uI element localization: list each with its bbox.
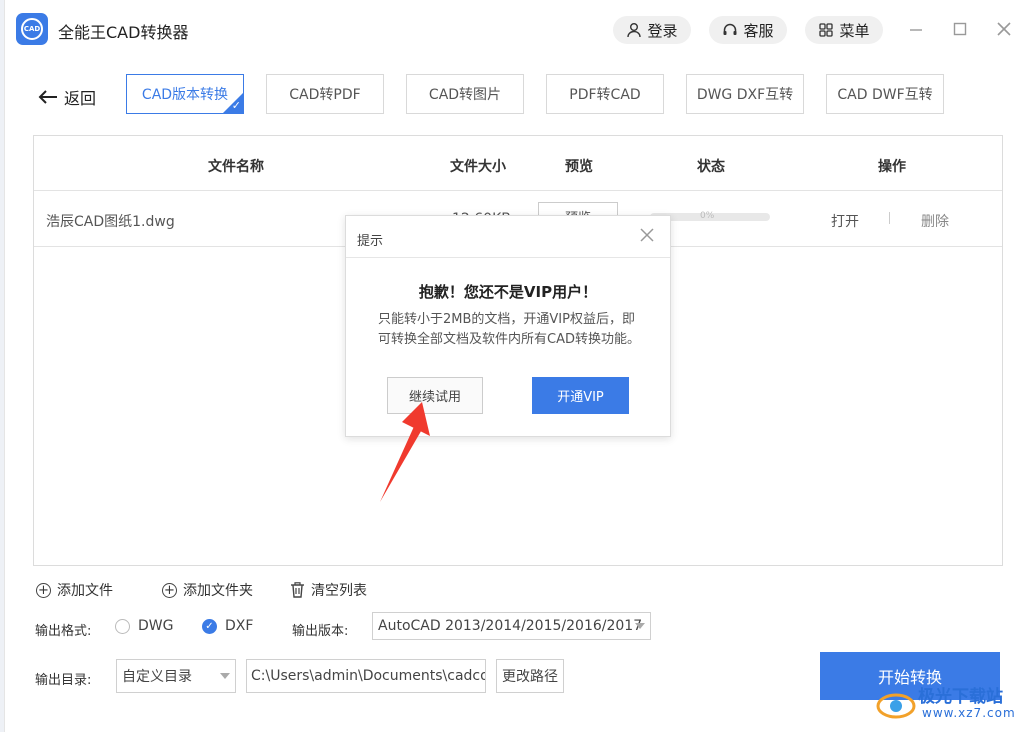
action-separator: [889, 212, 890, 224]
open-link[interactable]: 打开: [831, 211, 859, 231]
back-label: 返回: [64, 89, 97, 108]
watermark-url: www.xz7.com: [922, 706, 1016, 720]
progress-text: 0%: [700, 211, 715, 221]
radio-label: DWG: [138, 618, 174, 634]
column-header-name: 文件名称: [208, 159, 264, 175]
column-header-preview: 预览: [565, 159, 593, 175]
add-folder-label: 添加文件夹: [183, 583, 253, 599]
add-file-label: 添加文件: [57, 583, 113, 599]
back-button[interactable]: 返回: [38, 85, 96, 109]
service-button[interactable]: 客服: [709, 16, 787, 44]
login-label: 登录: [647, 21, 678, 40]
chevron-down-icon: [635, 623, 645, 629]
trash-icon: [291, 582, 304, 598]
minimize-button[interactable]: [905, 18, 927, 40]
tab-label: PDF转CAD: [569, 87, 641, 103]
check-icon: ✓: [231, 99, 241, 112]
format-radio-dxf[interactable]: ✓ DXF: [202, 618, 253, 634]
dialog-title: 提示: [357, 234, 384, 249]
tab-label: CAD DWF互转: [837, 87, 933, 103]
dir-mode-select[interactable]: 自定义目录: [116, 659, 236, 693]
menu-button[interactable]: 菜单: [805, 16, 883, 44]
grid-menu-icon: [819, 23, 834, 37]
app-title: 全能王CAD转换器: [58, 23, 189, 42]
file-name: 浩辰CAD图纸1.dwg: [46, 214, 175, 230]
dialog-close-button[interactable]: [640, 226, 654, 247]
watermark-text: 极光下载站: [918, 687, 1003, 707]
output-format-label: 输出格式:: [35, 624, 92, 639]
tab-cad-dwf[interactable]: CAD DWF互转: [826, 74, 944, 114]
output-version-label: 输出版本:: [292, 624, 349, 639]
column-header-actions: 操作: [878, 159, 906, 175]
app-logo: CAD: [16, 13, 48, 45]
close-icon: [640, 228, 654, 242]
change-path-button[interactable]: 更改路径: [496, 659, 564, 693]
column-header-status: 状态: [697, 159, 725, 175]
version-value: AutoCAD 2013/2014/2015/2016/2017: [378, 618, 643, 634]
tab-pdf-to-cad[interactable]: PDF转CAD: [546, 74, 664, 114]
column-header-size: 文件大小: [450, 159, 506, 175]
output-path-field[interactable]: C:\Users\admin\Documents\cadconverter: [246, 659, 486, 693]
close-button[interactable]: [993, 18, 1015, 40]
red-pointer-arrow-icon: [380, 402, 430, 502]
open-vip-button[interactable]: 开通VIP: [532, 377, 629, 414]
format-radio-dwg[interactable]: DWG: [115, 618, 173, 634]
chevron-down-icon: [220, 673, 230, 679]
tab-label: CAD版本转换: [141, 87, 229, 103]
dir-mode-value: 自定义目录: [122, 669, 192, 685]
radio-checked-icon: ✓: [202, 618, 217, 634]
login-button[interactable]: 登录: [613, 16, 691, 44]
clear-list-button[interactable]: 清空列表: [290, 580, 367, 600]
close-icon: [997, 22, 1011, 36]
dialog-heading: 抱歉！您还不是VIP用户！: [418, 283, 598, 301]
tab-cad-to-pdf[interactable]: CAD转PDF: [266, 74, 384, 114]
header-divider: [34, 190, 1002, 191]
delete-link[interactable]: 删除: [921, 211, 949, 231]
clear-list-label: 清空列表: [311, 583, 367, 599]
add-folder-button[interactable]: + 添加文件夹: [162, 580, 253, 600]
radio-label: DXF: [225, 618, 254, 634]
dialog-message: 只能转小于2MB的文档，开通VIP权益后，即可转换全部文档及软件内所有CAD转换…: [378, 312, 640, 347]
menu-label: 菜单: [839, 21, 870, 40]
tab-label: CAD转PDF: [289, 87, 361, 103]
tab-label: DWG DXF互转: [696, 87, 794, 103]
version-select[interactable]: AutoCAD 2013/2014/2015/2016/2017: [372, 612, 651, 640]
radio-circle-icon: [115, 618, 130, 634]
service-label: 客服: [743, 21, 774, 40]
output-dir-label: 输出目录:: [35, 673, 92, 688]
user-icon: [627, 23, 642, 38]
maximize-button[interactable]: [949, 18, 971, 40]
plus-circle-icon: +: [36, 582, 51, 598]
headset-icon: [723, 23, 737, 35]
minimize-icon: [910, 29, 922, 31]
app-logo-text: CAD: [21, 18, 43, 40]
dialog-divider: [346, 257, 670, 258]
tab-cad-version[interactable]: CAD版本转换 ✓: [126, 74, 244, 114]
maximize-icon: [953, 22, 967, 36]
tab-label: CAD转图片: [428, 87, 502, 103]
arrow-left-icon: [38, 90, 57, 104]
add-file-button[interactable]: + 添加文件: [36, 580, 113, 600]
plus-circle-icon: +: [162, 582, 177, 598]
tab-dwg-dxf[interactable]: DWG DXF互转: [686, 74, 804, 114]
tab-cad-to-image[interactable]: CAD转图片: [406, 74, 524, 114]
